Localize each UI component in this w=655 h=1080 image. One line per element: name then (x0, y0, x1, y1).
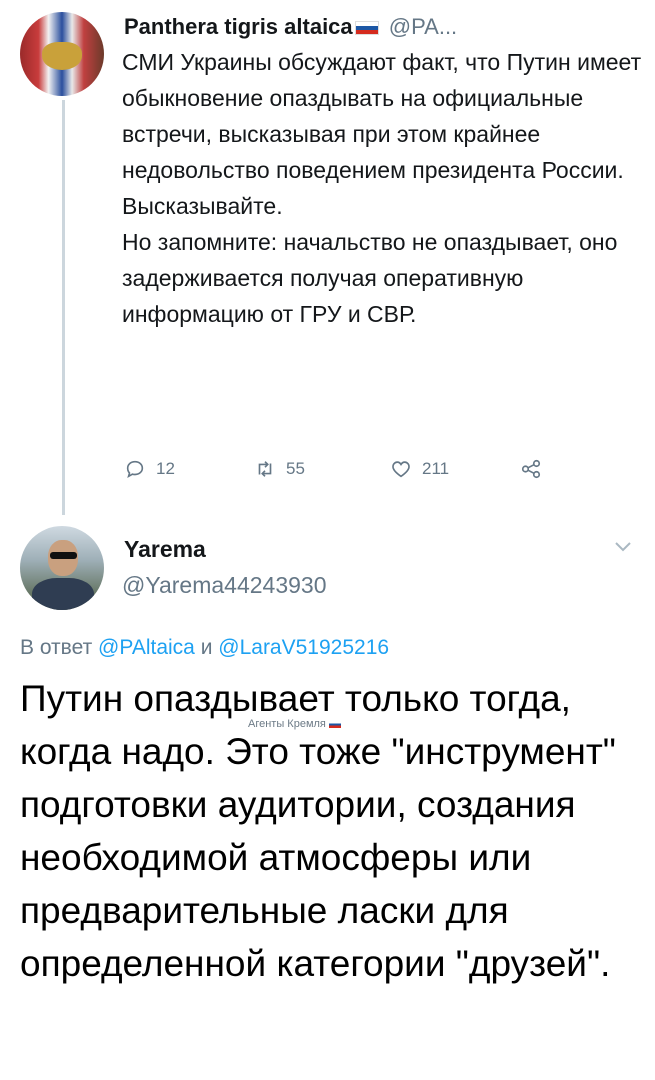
watermark-text: Агенты Кремля (248, 718, 326, 730)
like-button[interactable]: 211 (390, 458, 449, 480)
retweet-icon (258, 461, 272, 477)
avatar[interactable] (20, 526, 104, 610)
mention-link[interactable]: @LaraV51925216 (218, 636, 389, 659)
share-icon (521, 459, 541, 479)
reply-icon (126, 460, 144, 479)
author-handle[interactable]: @Yarema44243930 (122, 572, 327, 599)
avatar-body-graphic (32, 578, 94, 610)
thread-connector (62, 100, 65, 515)
retweet-button[interactable]: 55 (254, 458, 305, 480)
heart-icon (392, 461, 410, 478)
tweet-header: Panthera tigris altaica @PA... (124, 14, 644, 40)
russia-flag-icon (328, 720, 341, 728)
tweet-paragraph: Высказывайте. (122, 193, 283, 219)
mention-link[interactable]: @PAltaica (98, 636, 195, 659)
reply-count: 12 (156, 459, 175, 478)
reply-context: В ответ @PAltaica и @LaraV51925216 (20, 636, 389, 660)
tweet-paragraph: СМИ Украины обсуждают факт, что Путин им… (122, 49, 642, 183)
avatar-sunglasses-graphic (50, 552, 77, 559)
avatar[interactable] (20, 12, 104, 96)
russia-flag-icon (354, 21, 379, 36)
chevron-down-icon[interactable] (612, 538, 634, 554)
coat-of-arms-graphic (42, 42, 82, 70)
reply-conjunction: и (200, 636, 213, 659)
share-button[interactable] (520, 458, 542, 480)
tweet-text: СМИ Украины обсуждают факт, что Путин им… (122, 44, 642, 332)
author-handle[interactable]: @PA... (389, 14, 457, 39)
reply-button[interactable]: 12 (124, 458, 175, 480)
reply-prefix: В ответ (20, 636, 93, 659)
tweet-paragraph: Но запомните: начальство не опаздывает, … (122, 229, 618, 327)
retweet-count: 55 (286, 459, 305, 478)
author-name[interactable]: Yarema (124, 536, 206, 563)
like-count: 211 (422, 459, 450, 478)
watermark: Агенты Кремля (248, 718, 341, 730)
author-name[interactable]: Panthera tigris altaica (124, 14, 353, 39)
tweet-actions: 12 55 211 (124, 458, 564, 488)
